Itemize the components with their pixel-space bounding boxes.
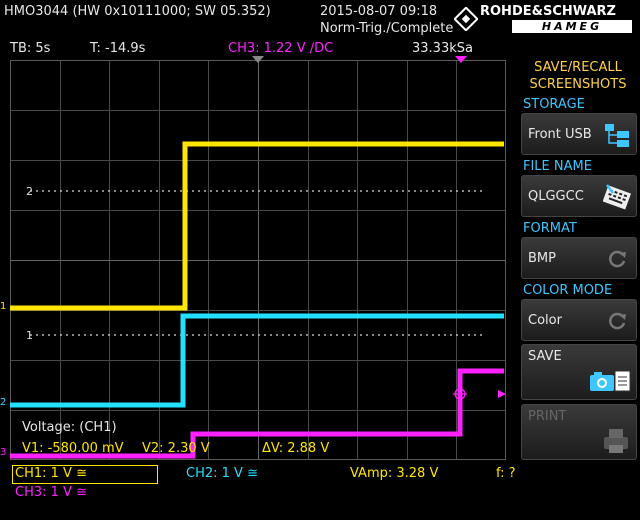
trigger-time-readout[interactable]: T: -14.9s — [90, 41, 145, 56]
menu-title-line1: SAVE/RECALL — [534, 60, 622, 75]
filename-label: FILE NAME — [523, 159, 592, 174]
channel-info-bar: CH1: 1 V ≅ CH2: 1 V ≅ CH3: 1 V ≅ VAmp: 3… — [0, 462, 516, 520]
timebase-readout[interactable]: TB: 5s — [10, 41, 50, 56]
cursor-2-marker: 2 — [26, 185, 33, 198]
brand-name: ROHDE&SCHWARZ — [480, 4, 616, 19]
sample-rate-readout: 33.33kSa — [412, 41, 473, 56]
cycle-icon — [609, 312, 626, 330]
cursor-title: Voltage: (CH1) — [22, 420, 117, 435]
ch1-setting[interactable]: CH1: 1 V ≅ — [15, 466, 87, 481]
format-label: FORMAT — [523, 221, 577, 236]
camera-icon — [590, 370, 631, 392]
brand-sub: HAMEG — [512, 20, 632, 33]
print-button[interactable]: PRINT — [521, 404, 637, 460]
ch2-ground-marker[interactable]: 2 — [0, 397, 6, 408]
storage-button[interactable]: Front USB — [521, 113, 637, 155]
cursor-v1: V1: -580.00 mV — [22, 441, 124, 456]
cycle-icon — [609, 250, 626, 268]
cursor-1-marker: 1 — [26, 329, 33, 342]
screen-center-marker — [252, 56, 264, 63]
trigger-source-readout[interactable]: CH3: 1.22 V ∕DC — [228, 41, 333, 56]
vamp-measurement: VAmp: 3.28 V — [350, 466, 439, 481]
brand-logo: ROHDE&SCHWARZ HAMEG — [452, 4, 638, 34]
usb-folder-icon — [605, 124, 629, 147]
trigger-status: Norm-Trig./Complete — [320, 21, 454, 36]
cursor-measurement-panel: Voltage: (CH1) V1: -580.00 mV V2: 2.30 V… — [14, 416, 329, 458]
colormode-label: COLOR MODE — [523, 283, 613, 298]
printer-icon — [604, 429, 628, 453]
ch2-setting[interactable]: CH2: 1 V ≅ — [186, 466, 258, 481]
storage-value: Front USB — [528, 127, 592, 142]
menu-title-line2: SCREENSHOTS — [529, 77, 627, 92]
trigger-position-marker — [455, 56, 467, 63]
cursor-v2: V2: 2.30 V — [142, 441, 210, 456]
format-button[interactable]: BMP — [521, 237, 637, 279]
storage-label: STORAGE — [523, 97, 585, 112]
filename-value: QLGGCC — [528, 189, 584, 204]
datetime-label: 2015-08-07 09:18 — [320, 4, 438, 19]
rohde-schwarz-emblem-icon — [454, 7, 478, 31]
softkey-menu: SAVE/RECALL SCREENSHOTS STORAGE Front US… — [517, 56, 639, 520]
filename-button[interactable]: QLGGCC — [521, 175, 637, 217]
save-label: SAVE — [528, 349, 562, 364]
cursor-delta-v: ΔV: 2.88 V — [262, 441, 330, 456]
waveform-display[interactable]: 2 1 — [10, 60, 506, 460]
save-button[interactable]: SAVE — [521, 344, 637, 400]
keyboard-edit-icon — [603, 184, 631, 210]
ch3-setting[interactable]: CH3: 1 V ≅ — [15, 485, 87, 500]
format-value: BMP — [528, 251, 556, 266]
device-title: HMO3044 (HW 0x10111000; SW 05.352) — [4, 4, 271, 19]
frequency-measurement: f: ? — [496, 466, 516, 481]
print-label: PRINT — [528, 409, 567, 424]
colormode-button[interactable]: Color — [521, 299, 637, 341]
ch3-ground-marker[interactable]: 3 — [0, 447, 6, 458]
ch1-ground-marker[interactable]: 1 — [0, 301, 6, 312]
colormode-value: Color — [528, 313, 562, 328]
